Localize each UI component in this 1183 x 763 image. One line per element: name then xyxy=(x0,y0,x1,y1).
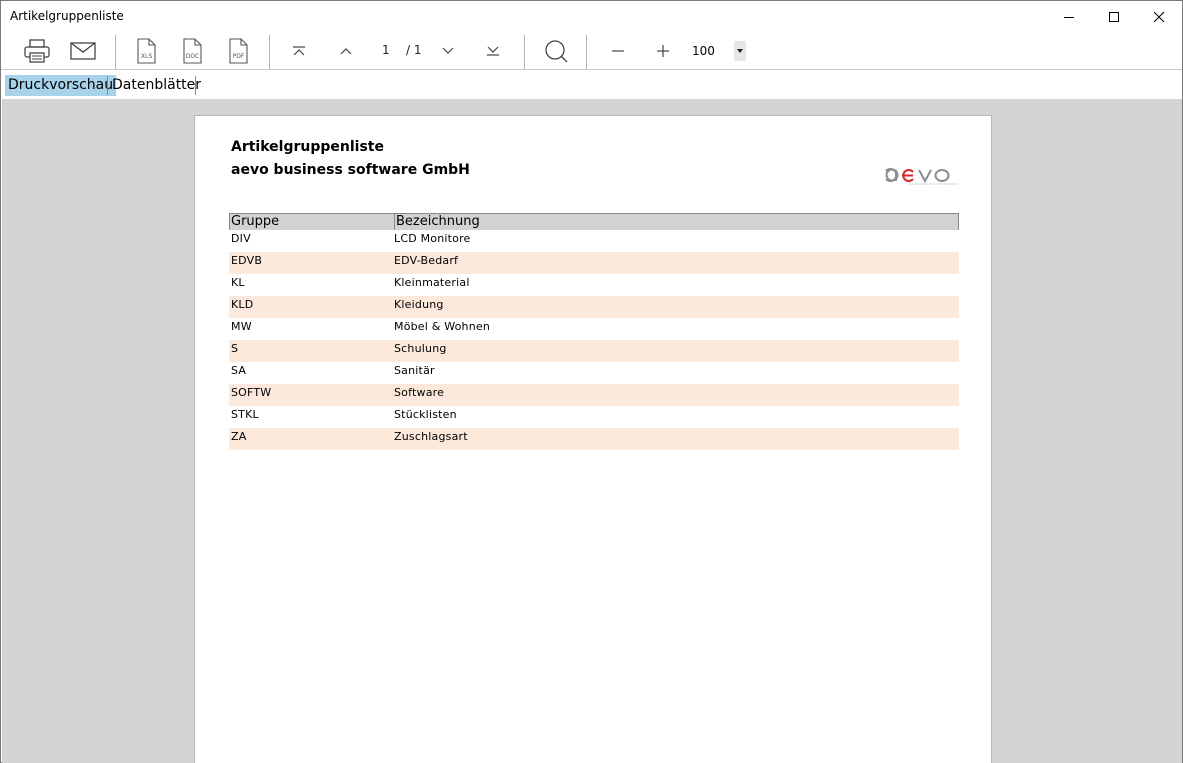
tab-separator xyxy=(107,76,108,95)
cell-gruppe: EDVB xyxy=(231,254,263,267)
minus-icon xyxy=(612,49,624,52)
zoom-select[interactable]: 100 xyxy=(692,44,715,58)
toolbar-separator xyxy=(115,35,116,69)
window-title: Artikelgruppenliste xyxy=(10,9,124,23)
toolbar-separator xyxy=(524,35,525,69)
cell-bezeichnung: Zuschlagsart xyxy=(394,430,468,443)
zoom-in-button[interactable] xyxy=(652,32,674,69)
app-window: Artikelgruppenliste XLS DOC PDF 1 / 1 10… xyxy=(0,0,1183,763)
printer-icon xyxy=(24,38,50,63)
tab-separator xyxy=(195,76,196,95)
close-icon xyxy=(1153,11,1165,22)
chevron-down-icon xyxy=(442,47,454,54)
cell-gruppe: SOFTW xyxy=(231,386,272,399)
search-button[interactable] xyxy=(540,32,572,69)
pdf-file-icon: PDF xyxy=(229,37,248,64)
maximize-button[interactable] xyxy=(1091,1,1137,32)
cell-gruppe: KLD xyxy=(231,298,254,311)
cell-gruppe: STKL xyxy=(231,408,259,421)
tab-bar: Druckvorschau Datenblätter xyxy=(1,69,1182,99)
title-bar: Artikelgruppenliste xyxy=(1,1,1182,32)
cell-gruppe: KL xyxy=(231,276,245,289)
cell-gruppe: DIV xyxy=(231,232,251,245)
cell-bezeichnung: EDV-Bedarf xyxy=(394,254,459,267)
last-page-icon xyxy=(487,46,499,56)
toolbar-separator xyxy=(586,35,587,69)
email-button[interactable] xyxy=(65,32,101,69)
table-row: KLD Kleidung xyxy=(229,296,959,318)
page-total: / 1 xyxy=(406,43,422,57)
zoom-dropdown-button[interactable] xyxy=(734,41,746,61)
minimize-icon xyxy=(1064,16,1074,18)
cell-bezeichnung: Sanitär xyxy=(394,364,435,377)
tab-datenblaetter[interactable]: Datenblätter xyxy=(109,75,204,96)
minimize-button[interactable] xyxy=(1046,1,1092,32)
cell-bezeichnung: Kleinmaterial xyxy=(394,276,470,289)
table-row: KL Kleinmaterial xyxy=(229,274,959,296)
cell-bezeichnung: LCD Monitore xyxy=(394,232,471,245)
chevron-up-icon xyxy=(340,47,352,54)
print-preview-area[interactable]: Artikelgruppenliste aevo business softwa… xyxy=(2,99,1182,763)
cell-bezeichnung: Möbel & Wohnen xyxy=(394,320,491,333)
plus-icon xyxy=(657,44,669,57)
cell-gruppe: MW xyxy=(231,320,252,333)
close-button[interactable] xyxy=(1136,1,1182,32)
cell-bezeichnung: Schulung xyxy=(394,342,447,355)
column-header-bezeichnung: Bezeichnung xyxy=(394,214,480,230)
toolbar-separator xyxy=(269,35,270,69)
dropdown-arrow-icon xyxy=(737,49,743,53)
print-button[interactable] xyxy=(19,32,55,69)
zoom-out-button[interactable] xyxy=(607,32,629,69)
page-number-input[interactable]: 1 xyxy=(382,43,390,57)
report-company: aevo business software GmbH xyxy=(231,162,470,178)
table-row: MW Möbel & Wohnen xyxy=(229,318,959,340)
export-xls-button[interactable]: XLS xyxy=(131,32,161,69)
next-page-button[interactable] xyxy=(436,32,460,69)
first-page-button[interactable] xyxy=(287,32,311,69)
cell-gruppe: ZA xyxy=(231,430,247,443)
table-row: SOFTW Software xyxy=(229,384,959,406)
first-page-icon xyxy=(293,45,305,55)
export-pdf-button[interactable]: PDF xyxy=(223,32,253,69)
maximize-icon xyxy=(1109,11,1119,22)
table-row: STKL Stücklisten xyxy=(229,406,959,428)
last-page-button[interactable] xyxy=(481,32,505,69)
table-row: SA Sanitär xyxy=(229,362,959,384)
tab-druckvorschau[interactable]: Druckvorschau xyxy=(5,75,117,96)
report-table: Gruppe Bezeichnung DIV LCD Monitore EDVB ED… xyxy=(229,213,959,450)
cell-bezeichnung: Kleidung xyxy=(394,298,444,311)
cell-bezeichnung: Stücklisten xyxy=(394,408,457,421)
cell-gruppe: SA xyxy=(231,364,247,377)
xls-file-icon: XLS xyxy=(137,37,156,64)
table-header: Gruppe Bezeichnung xyxy=(229,213,959,230)
cell-bezeichnung: Software xyxy=(394,386,445,399)
previous-page-button[interactable] xyxy=(334,32,358,69)
svg-text:PDF: PDF xyxy=(233,53,245,60)
table-row: EDVB EDV-Bedarf xyxy=(229,252,959,274)
svg-text:DOC: DOC xyxy=(186,53,200,60)
toolbar: XLS DOC PDF 1 / 1 100 xyxy=(1,32,1182,69)
table-row: DIV LCD Monitore xyxy=(229,230,959,252)
report-page: Artikelgruppenliste aevo business softwa… xyxy=(194,115,992,763)
export-doc-button[interactable]: DOC xyxy=(177,32,207,69)
mail-icon xyxy=(70,41,96,60)
doc-file-icon: DOC xyxy=(183,37,202,64)
aevo-logo xyxy=(885,168,959,185)
table-body: DIV LCD Monitore EDVB EDV-Bedarf KL Kleinmate… xyxy=(229,230,959,450)
search-icon xyxy=(545,39,568,62)
table-row: S Schulung xyxy=(229,340,959,362)
column-header-gruppe: Gruppe xyxy=(231,214,280,229)
table-row: ZA Zuschlagsart xyxy=(229,428,959,450)
report-title: Artikelgruppenliste xyxy=(231,139,384,155)
cell-gruppe: S xyxy=(231,342,239,355)
svg-text:XLS: XLS xyxy=(141,53,152,60)
